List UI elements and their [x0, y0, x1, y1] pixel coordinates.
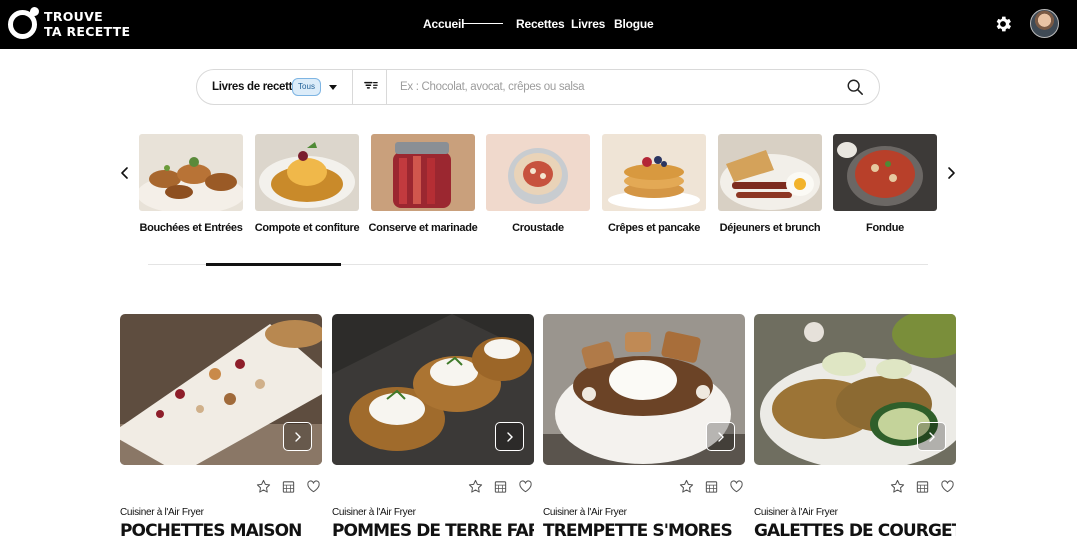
- star-icon[interactable]: [679, 479, 694, 494]
- category-label: Croustade: [512, 222, 564, 234]
- recipe-title[interactable]: POMMES DE TERRE FARCIES: [332, 520, 534, 537]
- recipe-image[interactable]: [332, 314, 534, 465]
- category-fondue[interactable]: Fondue: [833, 134, 937, 238]
- heart-icon[interactable]: [729, 479, 744, 494]
- calendar-icon[interactable]: [704, 479, 719, 494]
- cookbook-filter-badge: Tous: [292, 78, 321, 96]
- recipe-actions: [252, 479, 322, 495]
- recipe-image[interactable]: [543, 314, 745, 465]
- cookbook-dropdown[interactable]: Livres de recettes Tous: [197, 70, 352, 104]
- category-image: [255, 134, 359, 211]
- nav-active-indicator: [462, 23, 503, 24]
- logo-text-line-2: TA RECETTE: [44, 24, 131, 39]
- top-navigation-bar: TROUVE TA RECETTE Accueil Recettes Livre…: [0, 0, 1077, 49]
- category-image: [833, 134, 937, 211]
- heart-icon[interactable]: [306, 479, 321, 494]
- chevron-right-icon: [507, 432, 513, 442]
- chevron-right-icon: [929, 432, 935, 442]
- recipe-card: Cuisiner à l'Air Fryer TREMPETTE S'MORES: [543, 314, 745, 537]
- recipe-category: Cuisiner à l'Air Fryer: [754, 507, 838, 518]
- avatar[interactable]: [1030, 9, 1059, 38]
- category-dejeuners-brunch[interactable]: Déjeuners et brunch: [718, 134, 822, 238]
- recipe-card: Cuisiner à l'Air Fryer POMMES DE TERRE F…: [332, 314, 534, 537]
- recipe-title[interactable]: GALETTES DE COURGETTES ET: [754, 520, 956, 537]
- carousel-scroll-thumb[interactable]: [206, 263, 341, 266]
- category-croustade[interactable]: Croustade: [486, 134, 590, 238]
- category-label: Déjeuners et brunch: [719, 222, 821, 234]
- nav-link-blogue[interactable]: Blogue: [614, 17, 654, 31]
- carousel-next-arrow-icon[interactable]: [945, 166, 957, 180]
- logo-text-line-1: TROUVE: [44, 9, 103, 24]
- chevron-right-icon: [718, 432, 724, 442]
- calendar-icon[interactable]: [493, 479, 508, 494]
- category-label: Compote et confiture: [254, 222, 360, 234]
- recipe-actions: [675, 479, 745, 495]
- recipe-open-button[interactable]: [283, 422, 312, 451]
- star-icon[interactable]: [468, 479, 483, 494]
- category-conserve-marinade[interactable]: Conserve et marinade: [369, 134, 478, 238]
- recipe-image[interactable]: [754, 314, 956, 465]
- recipe-category: Cuisiner à l'Air Fryer: [332, 507, 416, 518]
- category-compote-confiture[interactable]: Compote et confiture: [255, 134, 360, 238]
- heart-icon[interactable]: [940, 479, 955, 494]
- nav-link-accueil[interactable]: Accueil: [423, 17, 464, 31]
- recipe-image[interactable]: [120, 314, 322, 465]
- nav-link-livres[interactable]: Livres: [571, 17, 605, 31]
- search-icon[interactable]: [846, 78, 864, 96]
- category-label: Fondue: [866, 222, 904, 234]
- recipe-category: Cuisiner à l'Air Fryer: [120, 507, 204, 518]
- chevron-down-icon: [329, 85, 337, 90]
- calendar-icon[interactable]: [281, 479, 296, 494]
- search-input[interactable]: [400, 77, 840, 97]
- category-image: [718, 134, 822, 211]
- category-crepes-pancake[interactable]: Crêpes et pancake: [602, 134, 706, 238]
- category-label: Bouchées et Entrées: [139, 222, 243, 234]
- divider: [386, 70, 387, 104]
- category-label: Crêpes et pancake: [607, 222, 701, 234]
- recipe-title[interactable]: TREMPETTE S'MORES: [543, 520, 745, 537]
- calendar-icon[interactable]: [915, 479, 930, 494]
- filter-button[interactable]: [353, 70, 386, 104]
- carousel-prev-arrow-icon[interactable]: [119, 166, 131, 180]
- category-label: Conserve et marinade: [368, 222, 478, 234]
- recipe-title[interactable]: POCHETTES MAISON: [120, 520, 322, 537]
- gear-icon[interactable]: [993, 14, 1013, 34]
- recipe-card: Cuisiner à l'Air Fryer POCHETTES MAISON: [120, 314, 322, 537]
- search-bar: Livres de recettes Tous: [196, 69, 880, 105]
- heart-icon[interactable]: [518, 479, 533, 494]
- recipe-open-button[interactable]: [917, 422, 946, 451]
- recipe-open-button[interactable]: [706, 422, 735, 451]
- recipe-open-button[interactable]: [495, 422, 524, 451]
- filter-icon: [364, 81, 378, 89]
- recipe-category: Cuisiner à l'Air Fryer: [543, 507, 627, 518]
- star-icon[interactable]: [256, 479, 271, 494]
- cookbook-dropdown-label: Livres de recettes: [212, 81, 305, 93]
- nav-link-recettes[interactable]: Recettes: [516, 17, 565, 31]
- recipe-card: Cuisiner à l'Air Fryer GALETTES DE COURG…: [754, 314, 956, 537]
- category-image: [602, 134, 706, 211]
- chevron-right-icon: [295, 432, 301, 442]
- recipe-actions: [886, 479, 956, 495]
- star-icon[interactable]: [890, 479, 905, 494]
- category-bouchees-entrees[interactable]: Bouchées et Entrées: [139, 134, 243, 238]
- site-logo[interactable]: TROUVE TA RECETTE: [8, 9, 138, 41]
- recipe-actions: [464, 479, 534, 495]
- logo-icon: [8, 10, 37, 39]
- category-image: [139, 134, 243, 211]
- category-image: [486, 134, 590, 211]
- category-image: [371, 134, 475, 211]
